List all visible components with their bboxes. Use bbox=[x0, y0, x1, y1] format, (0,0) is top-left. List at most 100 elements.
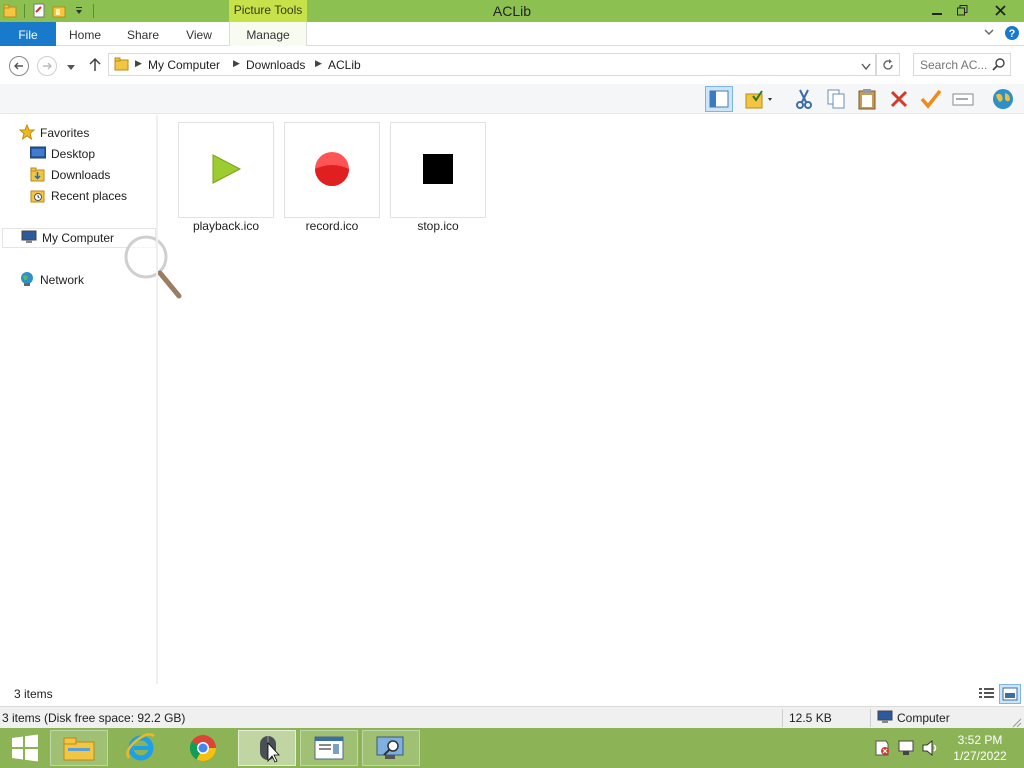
file-name[interactable]: playback.ico bbox=[168, 219, 284, 233]
tab-manage[interactable]: Manage bbox=[236, 22, 300, 46]
refresh-button[interactable] bbox=[876, 53, 900, 76]
cut-icon[interactable] bbox=[791, 86, 817, 112]
nav-recent-places[interactable]: Recent places bbox=[30, 186, 127, 206]
nav-favorites[interactable]: Favorites bbox=[18, 123, 90, 143]
separator bbox=[782, 709, 783, 727]
volume-icon[interactable] bbox=[922, 739, 940, 759]
pane-splitter[interactable] bbox=[156, 115, 158, 685]
magnifier-icon bbox=[122, 233, 184, 306]
network-icon bbox=[19, 271, 35, 290]
search-input[interactable] bbox=[920, 55, 992, 75]
windows-logo-icon bbox=[12, 734, 38, 762]
title-bar: Picture Tools ACLib bbox=[0, 0, 1024, 22]
folder-check-icon[interactable] bbox=[742, 86, 778, 112]
star-icon bbox=[18, 123, 36, 143]
tab-home[interactable]: Home bbox=[62, 22, 108, 46]
nav-downloads[interactable]: Downloads bbox=[30, 165, 110, 185]
play-icon bbox=[210, 153, 242, 188]
address-folder-icon bbox=[114, 56, 130, 75]
file-name[interactable]: record.ico bbox=[274, 219, 390, 233]
nav-network[interactable]: Network bbox=[19, 270, 84, 290]
layout-icon[interactable] bbox=[705, 86, 733, 112]
address-dropdown-icon[interactable] bbox=[861, 60, 871, 74]
rename-icon[interactable] bbox=[950, 86, 976, 112]
command-toolbar bbox=[0, 84, 1024, 114]
delete-icon[interactable] bbox=[886, 86, 912, 112]
navigation-pane: Favorites Desktop Downloads Recent place… bbox=[0, 115, 182, 685]
taskbar-search-app[interactable] bbox=[362, 730, 420, 766]
disk-summary: 3 items (Disk free space: 92.2 GB) bbox=[2, 711, 186, 725]
mouse-icon bbox=[260, 736, 280, 763]
restore-button[interactable] bbox=[947, 0, 977, 22]
file-item[interactable]: record.ico bbox=[284, 122, 380, 240]
address-row: ▶ My Computer ▶ Downloads ▶ ACLib bbox=[0, 47, 1024, 84]
tab-share[interactable]: Share bbox=[120, 22, 166, 46]
record-icon bbox=[314, 151, 350, 190]
nav-label: Recent places bbox=[51, 189, 128, 203]
taskbar-document-app[interactable] bbox=[300, 730, 358, 766]
breadcrumb-aclib[interactable]: ACLib bbox=[328, 58, 361, 72]
file-thumbnail[interactable] bbox=[284, 122, 380, 218]
breadcrumb-chevron-icon[interactable]: ▶ bbox=[135, 58, 142, 69]
close-button[interactable] bbox=[983, 0, 1017, 22]
nav-label: Favorites bbox=[40, 126, 90, 140]
document-window-icon bbox=[314, 736, 344, 760]
status-bar: 3 items bbox=[0, 684, 1024, 706]
nav-label: Network bbox=[40, 273, 85, 287]
help-icon[interactable]: ? bbox=[1004, 25, 1020, 44]
globe-icon[interactable] bbox=[990, 86, 1016, 112]
breadcrumb-my-computer[interactable]: My Computer bbox=[148, 58, 220, 72]
details-bar: 3 items (Disk free space: 92.2 GB) 12.5 … bbox=[0, 706, 1024, 728]
tab-view[interactable]: View bbox=[176, 22, 222, 46]
back-button[interactable] bbox=[9, 56, 29, 76]
desktop-icon bbox=[29, 146, 47, 163]
location-label: Computer bbox=[897, 711, 950, 725]
file-item[interactable]: playback.ico bbox=[178, 122, 274, 240]
stop-icon bbox=[422, 153, 454, 188]
computer-icon bbox=[21, 230, 37, 247]
breadcrumb-chevron-icon[interactable]: ▶ bbox=[315, 58, 322, 69]
tab-file[interactable]: File bbox=[0, 22, 56, 46]
copy-icon[interactable] bbox=[823, 86, 849, 112]
breadcrumb-downloads[interactable]: Downloads bbox=[246, 58, 305, 72]
recent-locations-icon[interactable] bbox=[66, 61, 76, 75]
details-view-icon[interactable] bbox=[978, 685, 996, 704]
file-name[interactable]: stop.ico bbox=[380, 219, 496, 233]
nav-desktop[interactable]: Desktop bbox=[29, 144, 95, 164]
window-title: ACLib bbox=[492, 3, 532, 19]
internet-explorer-icon bbox=[126, 733, 155, 761]
taskbar-file-explorer[interactable] bbox=[50, 730, 108, 766]
clock[interactable]: 3:52 PM 1/27/2022 bbox=[940, 732, 1020, 764]
clock-time: 3:52 PM bbox=[957, 733, 1003, 747]
separator bbox=[870, 709, 871, 727]
search-icon[interactable] bbox=[992, 58, 1005, 74]
search-box[interactable] bbox=[913, 53, 1011, 76]
taskbar-internet-explorer[interactable] bbox=[112, 730, 170, 766]
paste-icon[interactable] bbox=[854, 86, 880, 112]
file-thumbnail[interactable] bbox=[178, 122, 274, 218]
file-thumbnail[interactable] bbox=[390, 122, 486, 218]
ribbon-tabs: File Home Share View Manage ? bbox=[0, 22, 1024, 46]
address-bar[interactable]: ▶ My Computer ▶ Downloads ▶ ACLib bbox=[108, 53, 876, 76]
clock-date: 1/27/2022 bbox=[953, 749, 1007, 763]
chrome-icon bbox=[189, 735, 217, 762]
action-center-icon[interactable] bbox=[874, 740, 890, 759]
ribbon-expand-icon[interactable] bbox=[983, 27, 995, 41]
large-icons-view-icon[interactable] bbox=[999, 684, 1021, 704]
svg-text:?: ? bbox=[1009, 28, 1016, 40]
network-tray-icon[interactable] bbox=[898, 740, 916, 759]
up-icon[interactable] bbox=[88, 57, 102, 76]
folder-icon bbox=[63, 737, 95, 761]
checkmark-icon[interactable] bbox=[918, 86, 944, 112]
recent-places-icon bbox=[30, 187, 46, 206]
taskbar-chrome[interactable] bbox=[174, 730, 232, 766]
forward-button[interactable] bbox=[37, 56, 57, 76]
file-item[interactable]: stop.ico bbox=[390, 122, 486, 240]
start-button[interactable] bbox=[0, 730, 50, 766]
taskbar: 3:52 PM 1/27/2022 bbox=[0, 728, 1024, 768]
item-count: 3 items bbox=[14, 687, 53, 701]
breadcrumb-chevron-icon[interactable]: ▶ bbox=[233, 58, 240, 69]
taskbar-mouse-app[interactable] bbox=[238, 730, 296, 766]
nav-label: My Computer bbox=[42, 231, 115, 245]
selection-size: 12.5 KB bbox=[789, 711, 832, 725]
